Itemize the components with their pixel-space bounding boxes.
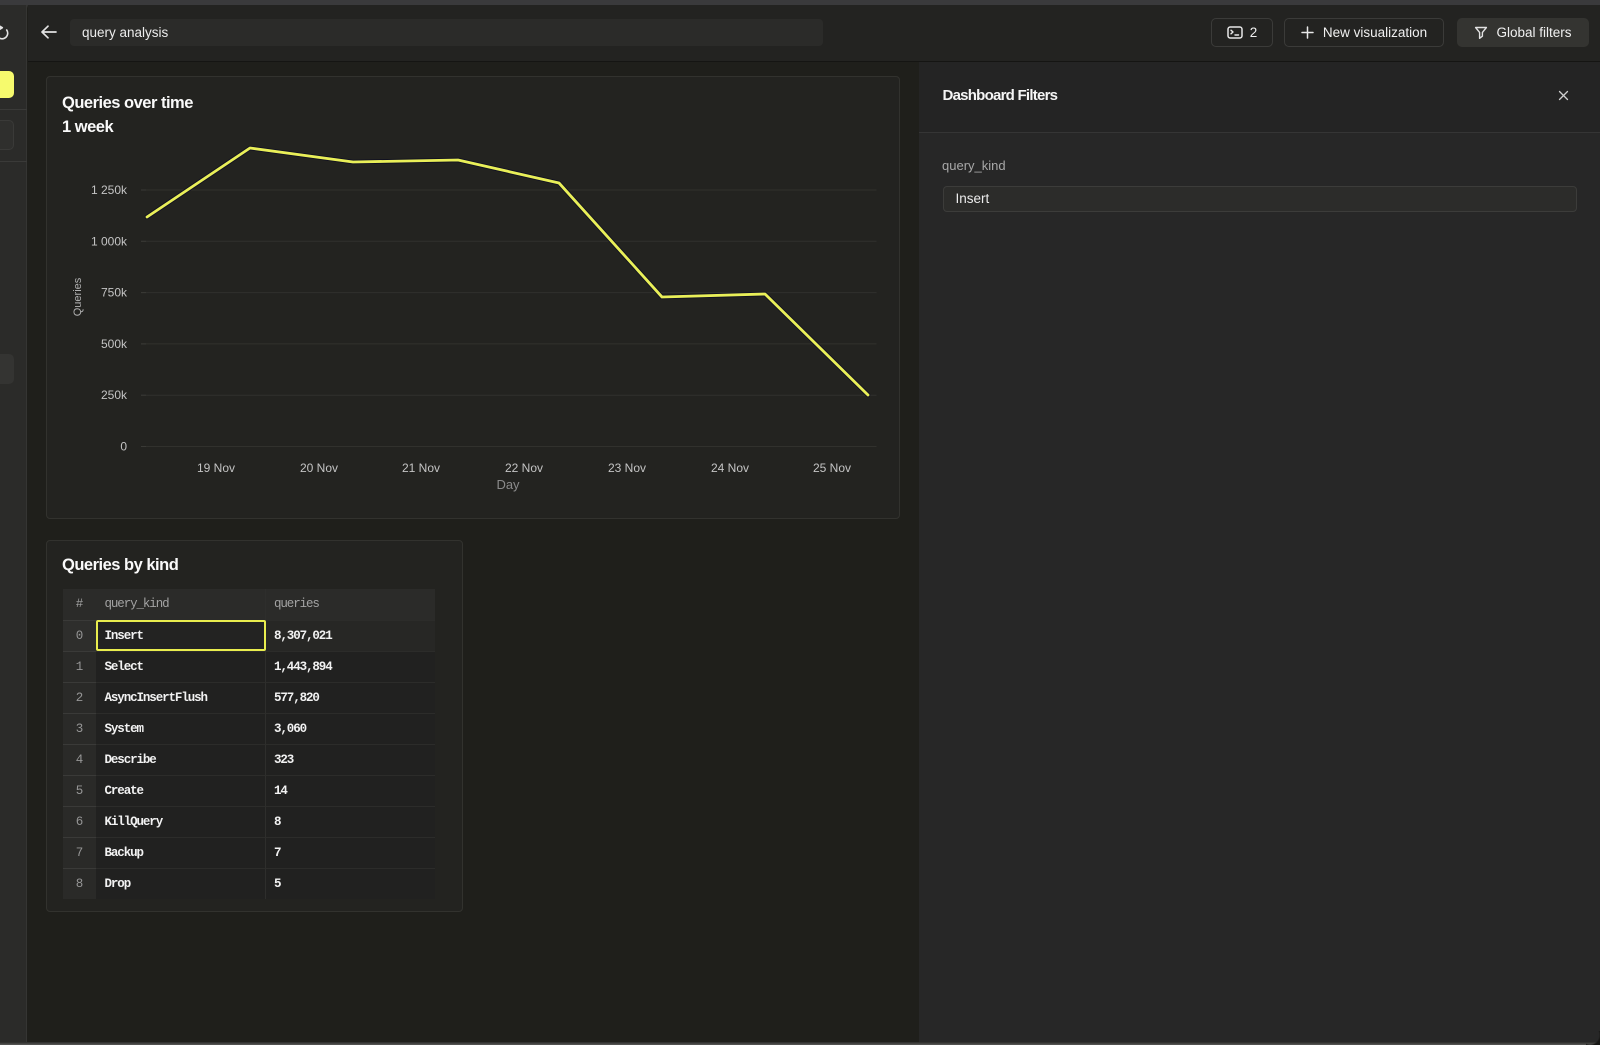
- svg-text:19 Nov: 19 Nov: [197, 461, 235, 475]
- svg-text:Queries: Queries: [72, 277, 84, 316]
- svg-text:22 Nov: 22 Nov: [505, 461, 543, 475]
- svg-text:750k: 750k: [101, 286, 128, 300]
- svg-text:24 Nov: 24 Nov: [711, 461, 749, 475]
- svg-text:1 000k: 1 000k: [91, 234, 128, 248]
- svg-text:0: 0: [120, 440, 127, 454]
- svg-text:23 Nov: 23 Nov: [608, 461, 646, 475]
- svg-text:20 Nov: 20 Nov: [300, 461, 338, 475]
- svg-text:Day: Day: [496, 477, 520, 492]
- svg-text:500k: 500k: [101, 337, 128, 351]
- svg-text:21 Nov: 21 Nov: [402, 461, 440, 475]
- svg-text:1 250k: 1 250k: [91, 183, 128, 197]
- svg-text:25 Nov: 25 Nov: [813, 461, 851, 475]
- svg-text:250k: 250k: [101, 388, 128, 402]
